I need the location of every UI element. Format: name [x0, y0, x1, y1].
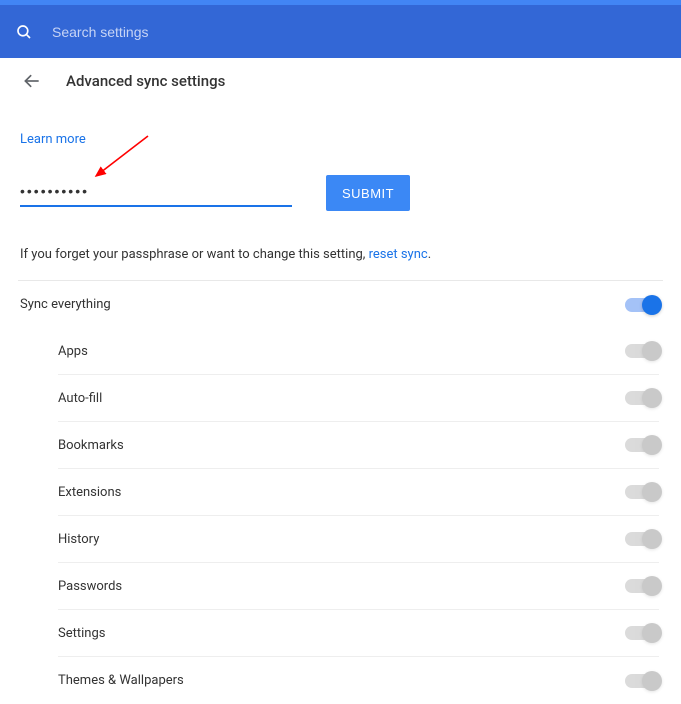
sync-item-label: Extensions	[58, 485, 121, 500]
search-bar	[0, 0, 681, 58]
sync-everything-toggle[interactable]	[625, 298, 659, 312]
forget-prefix: If you forget your passphrase or want to…	[20, 247, 369, 262]
titlebar: Advanced sync settings	[0, 58, 681, 104]
sync-item-label: Auto-fill	[58, 391, 102, 406]
forget-passphrase-text: If you forget your passphrase or want to…	[20, 247, 663, 262]
sync-item-toggle	[625, 344, 659, 358]
learn-more-link[interactable]: Learn more	[20, 132, 663, 147]
reset-sync-link[interactable]: reset sync	[369, 247, 428, 262]
sync-item-settings: Settings	[58, 610, 659, 657]
sync-item-apps: Apps	[58, 328, 659, 375]
sync-items-list: Apps Auto-fill Bookmarks Extensions Hist…	[18, 328, 663, 704]
sync-item-label: Bookmarks	[58, 438, 124, 453]
sync-item-passwords: Passwords	[58, 563, 659, 610]
sync-item-label: Passwords	[58, 579, 122, 594]
sync-item-toggle	[625, 391, 659, 405]
passphrase-row: SUBMIT	[20, 175, 663, 211]
search-icon[interactable]	[14, 22, 34, 42]
search-input[interactable]	[52, 24, 452, 40]
sync-everything-label: Sync everything	[20, 297, 111, 312]
sync-item-toggle	[625, 438, 659, 452]
sync-item-history: History	[58, 516, 659, 563]
sync-item-bookmarks: Bookmarks	[58, 422, 659, 469]
sync-item-extensions: Extensions	[58, 469, 659, 516]
forget-period: .	[428, 247, 431, 262]
sync-item-toggle	[625, 626, 659, 640]
sync-item-toggle	[625, 579, 659, 593]
back-arrow-icon[interactable]	[22, 71, 42, 91]
page-title: Advanced sync settings	[66, 72, 225, 90]
sync-item-themes: Themes & Wallpapers	[58, 657, 659, 704]
content: Learn more SUBMIT If you forget your pas…	[0, 132, 681, 704]
submit-button[interactable]: SUBMIT	[326, 175, 410, 211]
sync-item-label: Themes & Wallpapers	[58, 673, 184, 688]
sync-item-autofill: Auto-fill	[58, 375, 659, 422]
sync-item-label: Settings	[58, 626, 105, 641]
sync-item-toggle	[625, 485, 659, 499]
sync-item-label: Apps	[58, 344, 88, 359]
sync-everything-row: Sync everything	[18, 281, 663, 328]
passphrase-input[interactable]	[20, 179, 292, 207]
sync-item-label: History	[58, 532, 99, 547]
sync-item-toggle	[625, 532, 659, 546]
sync-item-toggle	[625, 674, 659, 688]
